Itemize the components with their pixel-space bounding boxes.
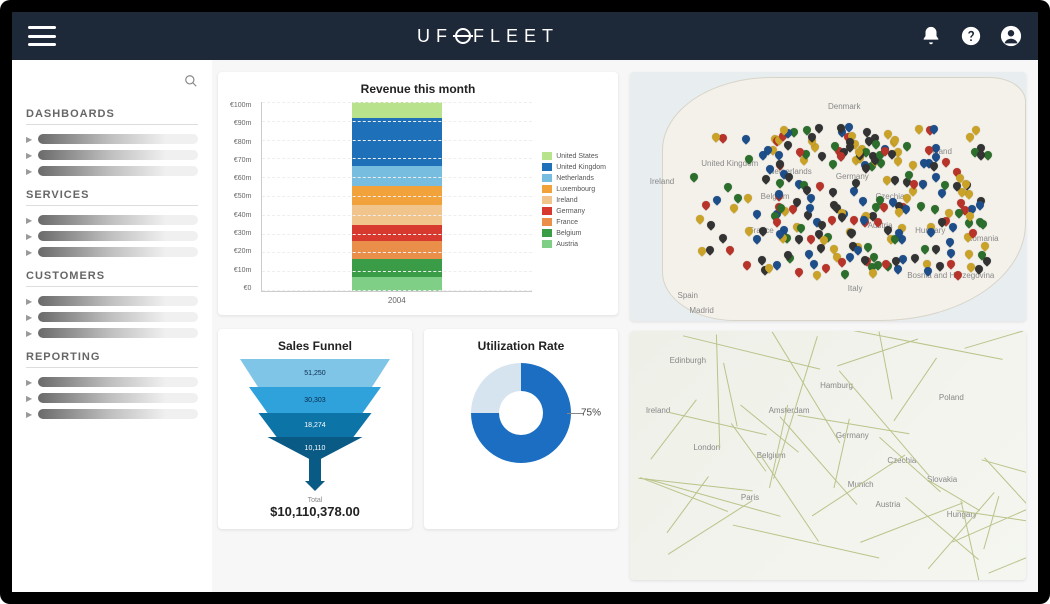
chart-title: Utilization Rate bbox=[436, 339, 606, 353]
y-axis: €100m€90m€80m€70m€60m€50m€40m€30m€20m€10… bbox=[230, 102, 251, 292]
nav-item[interactable]: ▶ bbox=[26, 390, 198, 406]
legend-item: Germany bbox=[542, 207, 606, 215]
map-label: Ireland bbox=[646, 406, 670, 415]
bell-icon[interactable] bbox=[920, 25, 942, 47]
nav-item[interactable]: ▶ bbox=[26, 374, 198, 390]
sidebar: DASHBOARDS ▶ ▶ ▶ SERVICES ▶ ▶ ▶ CUSTOMERS ▶ ▶ ▶ REPO… bbox=[12, 60, 212, 592]
user-icon[interactable] bbox=[1000, 25, 1022, 47]
chevron-right-icon: ▶ bbox=[26, 297, 32, 306]
chevron-right-icon: ▶ bbox=[26, 313, 32, 322]
sales-funnel-card: Sales Funnel 51,250 30,303 18,274 10,110… bbox=[218, 329, 412, 529]
utilization-card: Utilization Rate 75% bbox=[424, 329, 618, 529]
fleet-map-europe[interactable]: IrelandUnited KingdomNetherlandsBelgiumD… bbox=[630, 72, 1026, 321]
chevron-right-icon: ▶ bbox=[26, 167, 32, 176]
app-header: UFFLEET bbox=[12, 12, 1038, 60]
map-label: Spain bbox=[678, 291, 698, 300]
chevron-right-icon: ▶ bbox=[26, 248, 32, 257]
legend-item: Luxembourg bbox=[542, 185, 606, 193]
map-label: London bbox=[693, 443, 720, 452]
legend-item: France bbox=[542, 218, 606, 226]
legend-item: Ireland bbox=[542, 196, 606, 204]
chevron-right-icon: ▶ bbox=[26, 232, 32, 241]
funnel-stage: 10,110 bbox=[268, 437, 363, 459]
nav-item[interactable]: ▶ bbox=[26, 131, 198, 147]
chevron-right-icon: ▶ bbox=[26, 394, 32, 403]
donut-value: 75% bbox=[581, 408, 601, 419]
nav-item[interactable]: ▶ bbox=[26, 406, 198, 422]
logo-icon bbox=[455, 28, 471, 44]
nav-item[interactable]: ▶ bbox=[26, 293, 198, 309]
funnel-total: $10,110,378.00 bbox=[230, 504, 400, 519]
nav-heading: REPORTING bbox=[26, 351, 198, 368]
nav-item[interactable]: ▶ bbox=[26, 325, 198, 341]
nav-item[interactable]: ▶ bbox=[26, 147, 198, 163]
route-map-europe[interactable]: EdinburghIrelandLondonAmsterdamHamburgPa… bbox=[630, 331, 1026, 580]
legend-item: United States bbox=[542, 152, 606, 160]
x-tick: 2004 bbox=[261, 296, 532, 305]
legend-item: Netherlands bbox=[542, 174, 606, 182]
nav-item[interactable]: ▶ bbox=[26, 244, 198, 260]
map-label: Italy bbox=[848, 284, 863, 293]
donut-chart bbox=[471, 363, 571, 463]
funnel-total-label: Total bbox=[230, 497, 400, 504]
funnel-stage: 18,274 bbox=[259, 413, 372, 437]
nav-heading: SERVICES bbox=[26, 189, 198, 206]
legend-item: Austria bbox=[542, 240, 606, 248]
map-label: Amsterdam bbox=[769, 406, 810, 415]
chevron-right-icon: ▶ bbox=[26, 216, 32, 225]
map-label: Bosnia and Herzegovina bbox=[907, 271, 994, 280]
nav-heading: CUSTOMERS bbox=[26, 270, 198, 287]
map-label: Denmark bbox=[828, 102, 860, 111]
funnel-stage: 30,303 bbox=[249, 387, 381, 413]
funnel-stage: 51,250 bbox=[240, 359, 390, 387]
nav-item[interactable]: ▶ bbox=[26, 228, 198, 244]
legend-item: United Kingdom bbox=[542, 163, 606, 171]
chart-title: Revenue this month bbox=[230, 82, 606, 96]
funnel-chart: 51,250 30,303 18,274 10,110 bbox=[240, 359, 390, 489]
map-label: Madrid bbox=[689, 306, 713, 315]
search-icon[interactable] bbox=[184, 74, 198, 88]
menu-icon[interactable] bbox=[28, 26, 56, 46]
map-label: Ireland bbox=[650, 177, 674, 186]
revenue-chart-card: Revenue this month €100m€90m€80m€70m€60m… bbox=[218, 72, 618, 315]
help-icon[interactable] bbox=[960, 25, 982, 47]
map-label: Poland bbox=[939, 393, 964, 402]
chevron-right-icon: ▶ bbox=[26, 135, 32, 144]
nav-item[interactable]: ▶ bbox=[26, 163, 198, 179]
chevron-right-icon: ▶ bbox=[26, 378, 32, 387]
map-label: Edinburgh bbox=[670, 356, 706, 365]
brand-logo: UFFLEET bbox=[56, 26, 920, 47]
nav-heading: DASHBOARDS bbox=[26, 108, 198, 125]
chart-title: Sales Funnel bbox=[230, 339, 400, 353]
legend-item: Belgium bbox=[542, 229, 606, 237]
chevron-right-icon: ▶ bbox=[26, 410, 32, 419]
map-label: Austria bbox=[876, 500, 901, 509]
map-label: Germany bbox=[836, 431, 869, 440]
chevron-right-icon: ▶ bbox=[26, 151, 32, 160]
nav-item[interactable]: ▶ bbox=[26, 212, 198, 228]
stacked-bar-plot bbox=[261, 102, 532, 292]
nav-item[interactable]: ▶ bbox=[26, 309, 198, 325]
chevron-right-icon: ▶ bbox=[26, 329, 32, 338]
chart-legend: United States United Kingdom Netherlands Lu… bbox=[542, 102, 606, 305]
